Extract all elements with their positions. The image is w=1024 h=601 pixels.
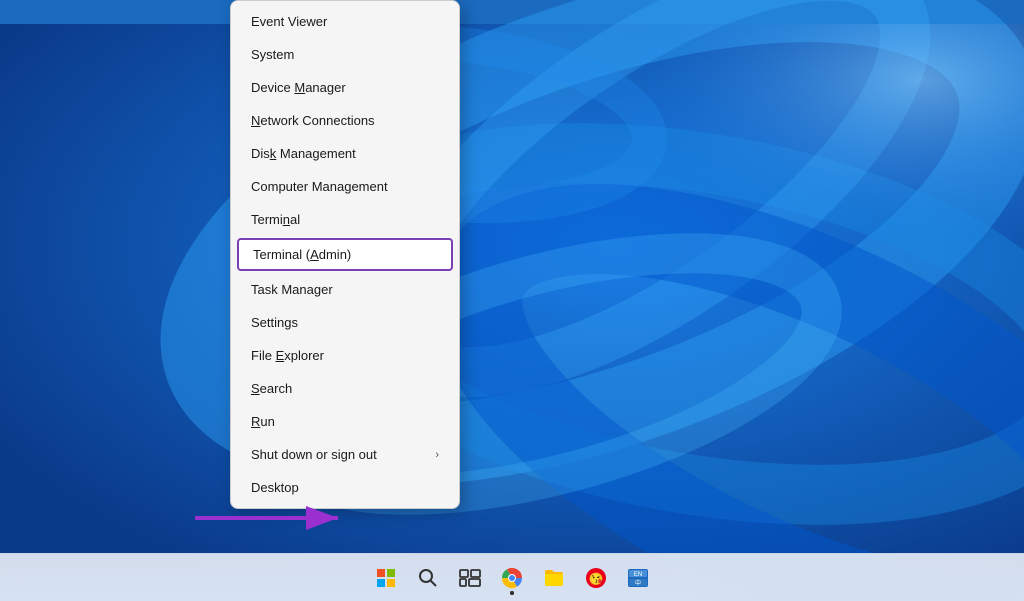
search-button[interactable] <box>408 558 448 598</box>
menu-item-run[interactable]: Run <box>231 405 459 438</box>
start-button[interactable] <box>366 558 406 598</box>
pointer-arrow <box>190 498 350 543</box>
menu-item-computer-management[interactable]: Computer Management <box>231 170 459 203</box>
menu-item-task-manager[interactable]: Task Manager <box>231 273 459 306</box>
desktop <box>0 0 1024 601</box>
menu-item-terminal-admin[interactable]: Terminal (Admin) <box>237 238 453 271</box>
taskbar-icons: 😘 EN 中 <box>366 558 658 598</box>
kiss-app-icon[interactable]: 😘 <box>576 558 616 598</box>
menu-item-device-manager[interactable]: Device Manager <box>231 71 459 104</box>
file-explorer-icon[interactable] <box>534 558 574 598</box>
chrome-icon[interactable] <box>492 558 532 598</box>
task-view-button[interactable] <box>450 558 490 598</box>
language-icon[interactable]: EN 中 <box>618 558 658 598</box>
menu-item-disk-management[interactable]: Disk Management <box>231 137 459 170</box>
menu-item-search[interactable]: Search <box>231 372 459 405</box>
menu-item-file-explorer[interactable]: File Explorer <box>231 339 459 372</box>
menu-item-settings[interactable]: Settings <box>231 306 459 339</box>
context-menu: Event Viewer System Device Manager Netwo… <box>230 0 460 509</box>
menu-item-shut-down[interactable]: Shut down or sign out › <box>231 438 459 471</box>
menu-item-system[interactable]: System <box>231 38 459 71</box>
svg-text:中: 中 <box>635 579 641 587</box>
svg-text:😘: 😘 <box>589 572 604 586</box>
menu-item-event-viewer[interactable]: Event Viewer <box>231 5 459 38</box>
menu-item-network-connections[interactable]: Network Connections <box>231 104 459 137</box>
menu-item-terminal[interactable]: Terminal <box>231 203 459 236</box>
chrome-dot <box>510 591 514 595</box>
submenu-arrow: › <box>435 449 439 461</box>
taskbar: 😘 EN 中 <box>0 553 1024 601</box>
svg-text:EN: EN <box>634 572 642 578</box>
